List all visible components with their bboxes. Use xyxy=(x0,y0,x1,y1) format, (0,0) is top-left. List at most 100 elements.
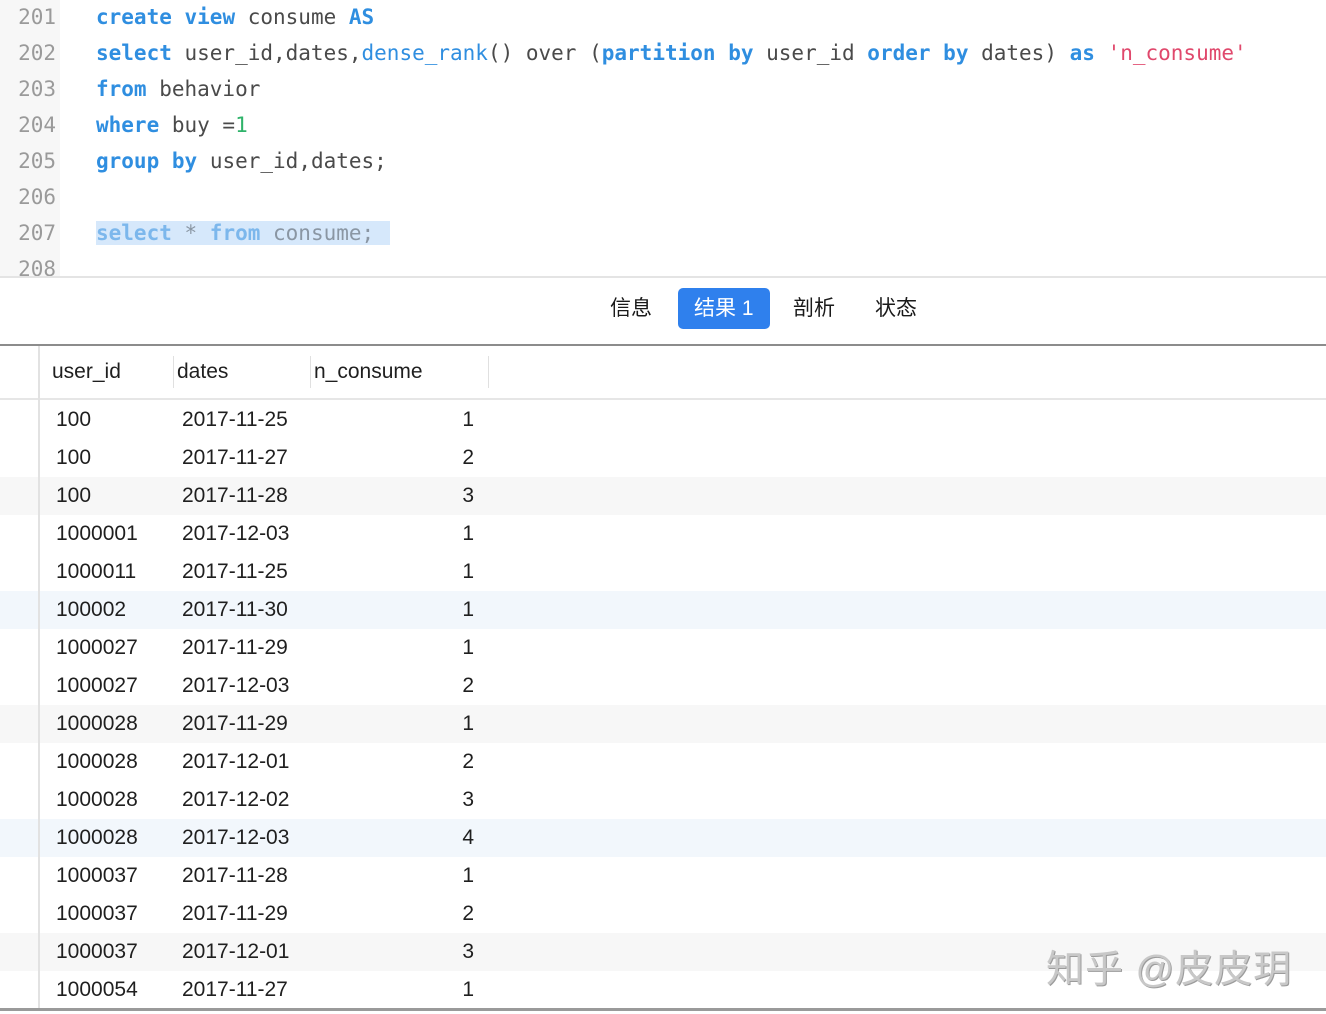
cell-dates[interactable]: 2017-11-29 xyxy=(182,895,288,933)
cell-user-id[interactable]: 1000001 xyxy=(56,515,138,553)
cell-n-consume[interactable]: 2 xyxy=(420,667,474,705)
column-resize-handle[interactable] xyxy=(488,356,489,388)
cell-dates[interactable]: 2017-11-30 xyxy=(182,591,288,629)
code-line[interactable]: 206 xyxy=(0,179,1326,215)
cell-user-id[interactable]: 100002 xyxy=(56,591,126,629)
cell-user-id[interactable]: 1000028 xyxy=(56,781,138,819)
line-number: 205 xyxy=(18,149,56,173)
table-row[interactable]: 100002 2017-11-30 1 xyxy=(0,591,1326,629)
cell-user-id[interactable]: 1000028 xyxy=(56,743,138,781)
cell-dates[interactable]: 2017-11-28 xyxy=(182,857,288,895)
cell-n-consume[interactable]: 1 xyxy=(420,705,474,743)
cell-user-id[interactable]: 1000028 xyxy=(56,819,138,857)
result-tabbar: 信息 结果 1 剖析 状态 xyxy=(0,278,1326,344)
code-line[interactable]: 207 select * from consume; xyxy=(0,215,1326,251)
cell-dates[interactable]: 2017-11-29 xyxy=(182,705,288,743)
cell-user-id[interactable]: 1000037 xyxy=(56,895,138,933)
table-row[interactable]: 1000028 2017-12-02 3 xyxy=(0,781,1326,819)
cell-n-consume[interactable]: 1 xyxy=(420,629,474,667)
sql-keyword: partition xyxy=(601,41,716,65)
cell-n-consume[interactable]: 1 xyxy=(420,591,474,629)
cell-user-id[interactable]: 1000027 xyxy=(56,629,138,667)
code-text: create view consume AS xyxy=(96,0,374,35)
cell-n-consume[interactable]: 1 xyxy=(420,857,474,895)
sql-keyword: select xyxy=(96,221,172,245)
table-row[interactable]: 100 2017-11-25 1 xyxy=(0,401,1326,439)
code-line[interactable]: 201 create view consume AS xyxy=(0,0,1326,35)
table-row[interactable]: 100 2017-11-28 3 xyxy=(0,477,1326,515)
table-row[interactable]: 1000028 2017-11-29 1 xyxy=(0,705,1326,743)
sql-keyword: from xyxy=(209,221,261,245)
cell-dates[interactable]: 2017-11-25 xyxy=(182,401,288,439)
cell-n-consume[interactable]: 3 xyxy=(420,477,474,515)
code-line[interactable]: 204 where buy =1 xyxy=(0,107,1326,143)
cell-n-consume[interactable]: 2 xyxy=(420,439,474,477)
cell-user-id[interactable]: 1000011 xyxy=(56,553,136,591)
line-number: 204 xyxy=(18,113,56,137)
cell-dates[interactable]: 2017-12-01 xyxy=(182,933,289,971)
line-number: 208 xyxy=(18,257,56,276)
cell-user-id[interactable]: 100 xyxy=(56,477,91,515)
code-text: from behavior xyxy=(96,71,260,107)
sql-text: user_id,dates, xyxy=(171,41,362,65)
sql-editor[interactable]: 201 create view consume AS 202 select user_… xyxy=(0,0,1326,276)
sql-keyword: create xyxy=(96,5,172,29)
cell-dates[interactable]: 2017-12-03 xyxy=(182,667,289,705)
table-row[interactable]: 1000027 2017-12-03 2 xyxy=(0,667,1326,705)
code-line[interactable]: 203 from behavior xyxy=(0,71,1326,107)
line-number: 206 xyxy=(18,185,56,209)
tab-status[interactable]: 状态 xyxy=(859,288,933,329)
column-header-n-consume[interactable]: n_consume xyxy=(314,346,423,398)
cell-n-consume[interactable]: 3 xyxy=(420,781,474,819)
cell-dates[interactable]: 2017-12-03 xyxy=(182,819,289,857)
code-line[interactable]: 205 group by user_id,dates; xyxy=(0,143,1326,179)
table-row[interactable]: 1000001 2017-12-03 1 xyxy=(0,515,1326,553)
cell-dates[interactable]: 2017-11-28 xyxy=(182,477,288,515)
sql-text: * xyxy=(171,221,210,245)
cell-dates[interactable]: 2017-12-03 xyxy=(182,515,289,553)
sql-number: 1 xyxy=(235,113,248,137)
column-resize-handle[interactable] xyxy=(173,356,174,388)
cell-dates[interactable]: 2017-12-01 xyxy=(182,743,289,781)
column-header-user-id[interactable]: user_id xyxy=(52,346,121,398)
cell-dates[interactable]: 2017-11-29 xyxy=(182,629,288,667)
code-line[interactable]: 202 select user_id,dates,dense_rank() ove… xyxy=(0,35,1326,71)
cell-dates[interactable]: 2017-11-25 xyxy=(182,553,288,591)
cell-n-consume[interactable]: 2 xyxy=(420,743,474,781)
cell-n-consume[interactable]: 1 xyxy=(420,971,474,1008)
table-row[interactable]: 1000011 2017-11-25 1 xyxy=(0,553,1326,591)
table-row[interactable]: 1000028 2017-12-03 4 xyxy=(0,819,1326,857)
column-resize-handle[interactable] xyxy=(310,356,311,388)
column-header-dates[interactable]: dates xyxy=(177,346,228,398)
cell-dates[interactable]: 2017-11-27 xyxy=(182,439,288,477)
table-row[interactable]: 1000037 2017-11-28 1 xyxy=(0,857,1326,895)
cell-user-id[interactable]: 100 xyxy=(56,439,91,477)
tab-result-1[interactable]: 结果 1 xyxy=(678,288,770,329)
line-number: 203 xyxy=(18,77,56,101)
code-line[interactable]: 208 xyxy=(0,251,1326,276)
cell-user-id[interactable]: 1000028 xyxy=(56,705,138,743)
cell-user-id[interactable]: 1000037 xyxy=(56,933,138,971)
table-row[interactable]: 1000027 2017-11-29 1 xyxy=(0,629,1326,667)
cell-n-consume[interactable]: 3 xyxy=(420,933,474,971)
cell-n-consume[interactable]: 4 xyxy=(420,819,474,857)
cell-n-consume[interactable]: 1 xyxy=(420,401,474,439)
cell-n-consume[interactable]: 1 xyxy=(420,553,474,591)
table-row[interactable]: 100 2017-11-27 2 xyxy=(0,439,1326,477)
table-row[interactable]: 1000037 2017-11-29 2 xyxy=(0,895,1326,933)
table-row[interactable]: 1000028 2017-12-01 2 xyxy=(0,743,1326,781)
cell-user-id[interactable]: 1000037 xyxy=(56,857,138,895)
code-text: select user_id,dates,dense_rank() over (… xyxy=(96,35,1247,71)
cell-user-id[interactable]: 100 xyxy=(56,401,91,439)
cell-user-id[interactable]: 1000027 xyxy=(56,667,138,705)
tab-info[interactable]: 信息 xyxy=(594,288,668,329)
cell-dates[interactable]: 2017-11-27 xyxy=(182,971,288,1008)
cell-n-consume[interactable]: 2 xyxy=(420,895,474,933)
tab-profile[interactable]: 剖析 xyxy=(777,288,851,329)
cell-user-id[interactable]: 1000054 xyxy=(56,971,138,1008)
sql-function: dense_rank xyxy=(361,41,488,65)
cell-dates[interactable]: 2017-12-02 xyxy=(182,781,289,819)
cell-n-consume[interactable]: 1 xyxy=(420,515,474,553)
